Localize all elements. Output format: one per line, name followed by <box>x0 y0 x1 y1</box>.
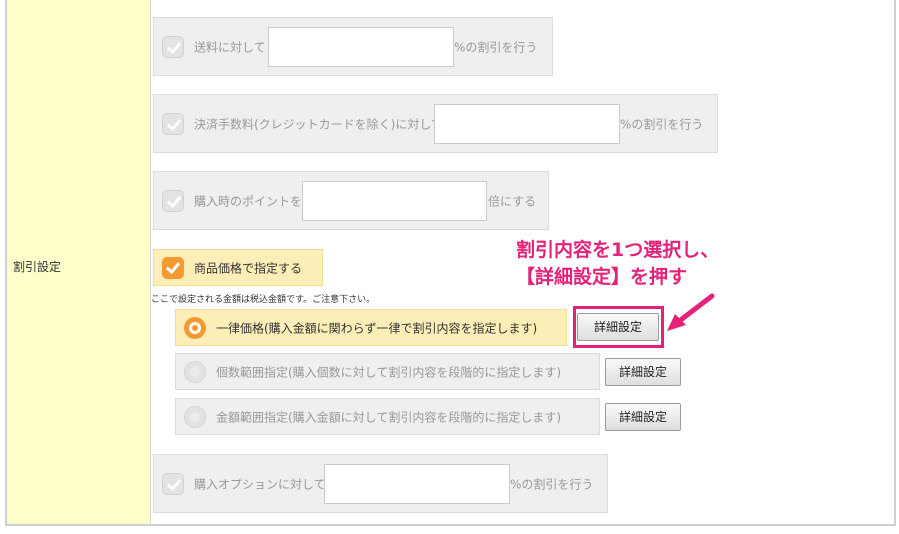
purchase-option-discount-input[interactable] <box>324 463 510 504</box>
annotation-arrow-icon <box>664 292 717 334</box>
shipping-discount-suffix: %の割引を行う <box>454 40 538 54</box>
quantity-range-detail-button[interactable]: 詳細設定 <box>605 358 681 386</box>
radio-amount-range[interactable]: 金額範囲指定(購入金額に対して割引内容を段階的に指定します) <box>175 398 600 435</box>
radio-flat-price-label: 一律価格(購入金額に関わらず一律で割引内容を指定します) <box>216 321 538 335</box>
annotation-line-1: 割引内容を1つ選択し、 <box>516 239 720 261</box>
radio-quantity-range[interactable]: 個数範囲指定(購入個数に対して割引内容を段階的に指定します) <box>175 353 600 390</box>
payment-fee-discount-suffix: %の割引を行う <box>620 117 704 131</box>
annotation-highlight-box <box>573 306 664 348</box>
payment-fee-discount-checkbox[interactable] <box>162 112 184 135</box>
product-price-checkbox[interactable] <box>162 256 184 279</box>
radio-quantity-range-label: 個数範囲指定(購入個数に対して割引内容を段階的に指定します) <box>216 365 562 379</box>
radio-flat-price[interactable]: 一律価格(購入金額に関わらず一律で割引内容を指定します) <box>175 309 567 346</box>
purchase-option-discount-option[interactable]: 購入オプションに対して %の割引を行う <box>153 454 608 513</box>
points-multiplier-suffix: 倍にする <box>488 194 537 208</box>
radio-flat-price-button[interactable] <box>184 316 206 339</box>
payment-fee-discount-input[interactable] <box>434 103 620 144</box>
shipping-discount-input[interactable] <box>268 26 454 67</box>
amount-range-detail-button[interactable]: 詳細設定 <box>605 403 681 431</box>
purchase-option-discount-label: 購入オプションに対して <box>194 477 326 491</box>
payment-fee-discount-label: 決済手数料(クレジットカードを除く)に対して <box>194 117 444 131</box>
radio-amount-range-button[interactable] <box>184 405 206 428</box>
section-label: 割引設定 <box>13 260 62 274</box>
purchase-option-discount-suffix: %の割引を行う <box>510 477 594 491</box>
points-multiplier-input[interactable] <box>302 180 487 221</box>
payment-fee-discount-option[interactable]: 決済手数料(クレジットカードを除く)に対して %の割引を行う <box>153 94 718 153</box>
radio-quantity-range-button[interactable] <box>184 360 206 383</box>
radio-amount-range-label: 金額範囲指定(購入金額に対して割引内容を段階的に指定します) <box>216 410 562 424</box>
annotation-text: 割引内容を1つ選択し、 【詳細設定】を押す <box>516 237 719 291</box>
annotation-line-2: 【詳細設定】を押す <box>516 266 688 288</box>
discount-settings-table: 割引設定 <box>5 0 896 526</box>
row-label-cell: 割引設定 <box>7 0 151 524</box>
tax-note: ここで設定される金額は税込金額です。ご注意下さい。 <box>151 295 376 305</box>
shipping-discount-label: 送料に対して <box>194 40 266 54</box>
product-price-label: 商品価格で指定する <box>194 261 303 275</box>
shipping-discount-checkbox[interactable] <box>162 35 184 58</box>
purchase-option-discount-checkbox[interactable] <box>162 472 184 495</box>
points-multiplier-checkbox[interactable] <box>162 189 184 212</box>
shipping-discount-option[interactable]: 送料に対して %の割引を行う <box>153 17 553 76</box>
points-multiplier-option[interactable]: 購入時のポイントを 倍にする <box>153 171 549 230</box>
points-multiplier-label: 購入時のポイントを <box>194 194 303 208</box>
product-price-option[interactable]: 商品価格で指定する <box>153 249 323 286</box>
